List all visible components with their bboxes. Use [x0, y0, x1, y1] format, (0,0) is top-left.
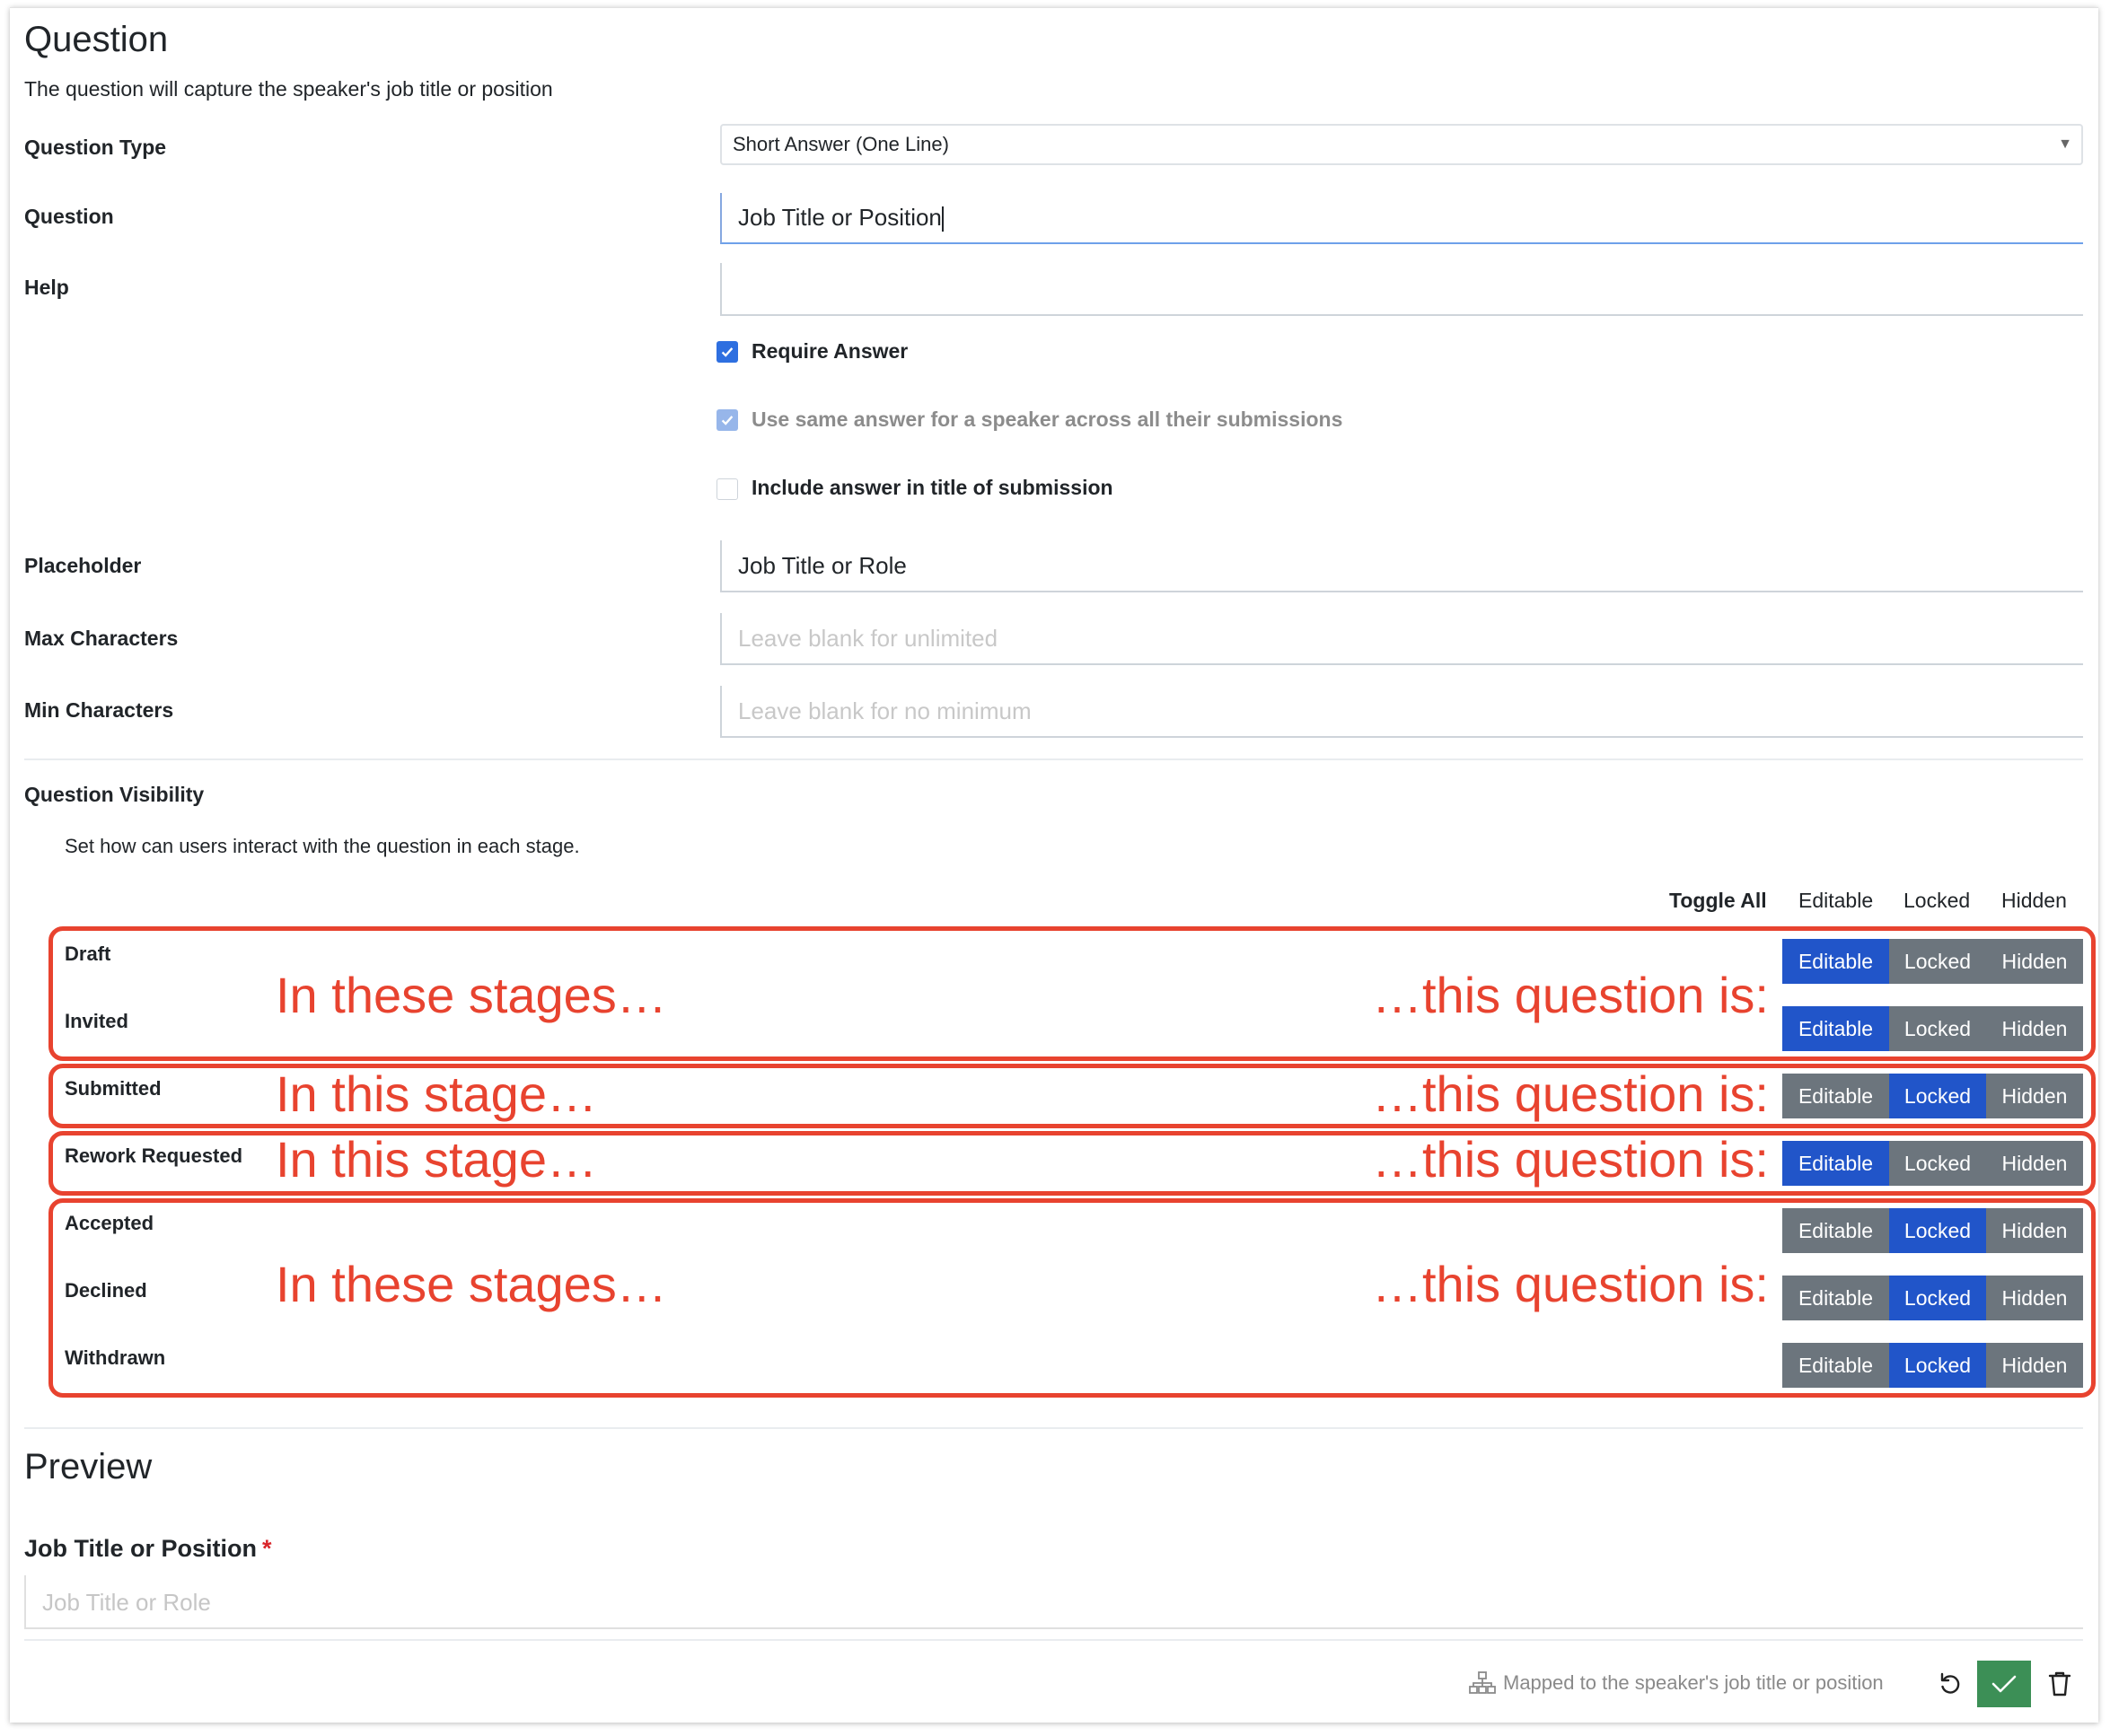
min-characters-label: Min Characters: [24, 698, 174, 722]
toggle-all-locked[interactable]: Locked: [1903, 889, 1970, 913]
toggle-all-label: Toggle All: [1669, 889, 1767, 912]
annotation-text: …this question is:: [1372, 967, 1769, 1023]
visibility-title: Question Visibility: [24, 783, 205, 806]
confirm-button[interactable]: [1977, 1661, 2031, 1707]
preview-input[interactable]: Job Title or Role: [24, 1575, 2083, 1629]
require-answer-checkbox[interactable]: [717, 341, 738, 363]
chevron-down-icon: ▼: [2058, 136, 2072, 152]
mapping-info: Mapped to the speaker's job title or pos…: [1469, 1671, 1884, 1695]
include-in-title-checkbox[interactable]: [717, 478, 738, 500]
text-cursor: [941, 206, 944, 232]
help-input[interactable]: [720, 263, 2083, 316]
annotation-text: In these stages…: [276, 967, 667, 1023]
trash-icon: [2048, 1671, 2071, 1697]
min-characters-input[interactable]: Leave blank for no minimum: [720, 686, 2083, 738]
hierarchy-icon: [1469, 1671, 1496, 1694]
mapping-text: Mapped to the speaker's job title or pos…: [1503, 1671, 1884, 1694]
max-characters-label: Max Characters: [24, 627, 179, 650]
max-characters-input[interactable]: Leave blank for unlimited: [720, 613, 2083, 665]
question-description: The question will capture the speaker's …: [24, 77, 553, 101]
divider: [24, 758, 2083, 760]
checkmark-icon: [721, 416, 734, 425]
divider: [24, 1427, 2083, 1429]
question-type-value: Short Answer (One Line): [733, 133, 949, 155]
placeholder-input[interactable]: Job Title or Role: [720, 540, 2083, 592]
annotation-text: In this stage…: [276, 1065, 597, 1122]
placeholder-input-value: Job Title or Role: [738, 552, 907, 579]
question-field-label: Question: [24, 205, 114, 228]
require-answer-label: Require Answer: [752, 339, 909, 363]
preview-field-label: Job Title or Position *: [24, 1535, 272, 1563]
include-in-title-label: Include answer in title of submission: [752, 476, 1113, 499]
annotation-text: …this question is:: [1372, 1256, 1769, 1312]
preview-input-placeholder: Job Title or Role: [42, 1589, 211, 1616]
required-marker: *: [262, 1535, 272, 1562]
check-icon: [1991, 1675, 2017, 1693]
question-input-value: Job Title or Position: [738, 204, 942, 231]
min-characters-placeholder: Leave blank for no minimum: [738, 697, 1032, 724]
annotation-text: In these stages…: [276, 1256, 667, 1312]
help-label: Help: [24, 276, 69, 299]
same-answer-label: Use same answer for a speaker across all…: [752, 408, 1343, 431]
preview-field-label-text: Job Title or Position: [24, 1535, 258, 1562]
undo-icon: [1940, 1672, 1960, 1694]
question-input[interactable]: Job Title or Position: [720, 193, 2083, 244]
divider: [24, 1639, 2083, 1641]
same-answer-checkbox: [717, 409, 738, 431]
placeholder-label: Placeholder: [24, 554, 142, 577]
annotation-text: …this question is:: [1372, 1065, 1769, 1122]
visibility-description: Set how can users interact with the ques…: [65, 835, 580, 857]
toggle-all-editable[interactable]: Editable: [1798, 889, 1873, 913]
annotation-text: …this question is:: [1372, 1131, 1769, 1188]
question-type-select[interactable]: Short Answer (One Line) ▼: [720, 124, 2083, 165]
delete-button[interactable]: [2042, 1666, 2078, 1702]
question-type-label: Question Type: [24, 136, 167, 159]
checkmark-icon: [721, 347, 734, 357]
annotation-text: In this stage…: [276, 1131, 597, 1188]
toggle-all-hidden[interactable]: Hidden: [2001, 889, 2067, 913]
max-characters-placeholder: Leave blank for unlimited: [738, 625, 998, 652]
preview-heading: Preview: [24, 1447, 153, 1486]
undo-button[interactable]: [1932, 1666, 1968, 1702]
question-heading: Question: [24, 20, 169, 59]
